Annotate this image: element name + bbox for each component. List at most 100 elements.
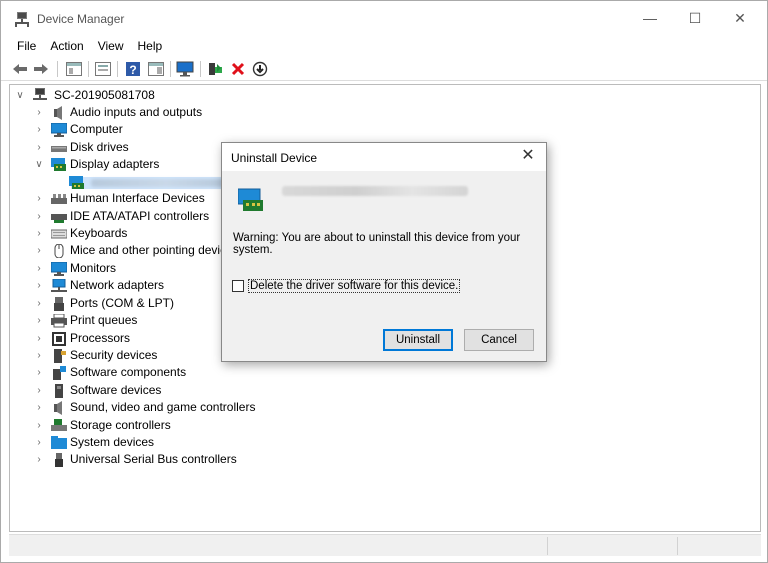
display-adapter-icon — [69, 176, 84, 189]
chevron-right-icon[interactable]: › — [34, 277, 44, 294]
toolbar-separator — [117, 61, 118, 77]
warning-text: Warning: You are about to uninstall this… — [233, 232, 521, 256]
tree-item-label: Mice and other pointing devic — [70, 243, 227, 257]
tree-item-label: Disk drives — [70, 140, 129, 154]
uninstall-button[interactable]: Uninstall — [383, 329, 453, 351]
chevron-right-icon[interactable]: › — [34, 330, 44, 347]
tree-item-label: Monitors — [70, 261, 117, 275]
dialog-title: Uninstall Device — [231, 151, 318, 165]
display-adapter-icon — [238, 188, 263, 211]
title-bar: Device Manager — ☐ ✕ — [1, 1, 767, 35]
disk-icon — [51, 146, 67, 152]
storage-icon — [51, 419, 67, 431]
tree-item-label: Keyboards — [70, 226, 128, 240]
status-divider — [677, 537, 678, 555]
maximize-icon: ☐ — [688, 9, 702, 26]
chevron-right-icon[interactable]: › — [34, 104, 44, 121]
toolbar-separator — [200, 61, 201, 77]
cancel-button[interactable]: Cancel — [464, 329, 534, 351]
menu-view[interactable]: View — [91, 36, 131, 56]
delete-driver-option[interactable]: Delete the driver software for this devi… — [232, 279, 461, 293]
chevron-right-icon[interactable]: › — [34, 364, 44, 381]
minimize-button[interactable]: — — [627, 1, 673, 35]
menu-bar: File Action View Help — [1, 35, 767, 57]
show-hide-console-tree-icon[interactable] — [65, 60, 83, 78]
chevron-right-icon[interactable]: › — [34, 260, 44, 277]
chevron-down-icon[interactable]: ∨ — [15, 87, 25, 104]
tree-item-label: Ports (COM & LPT) — [70, 296, 175, 310]
status-divider — [547, 537, 548, 555]
tree-item-label: Storage controllers — [70, 418, 171, 432]
chevron-right-icon[interactable]: › — [34, 312, 44, 329]
tree-item-label: IDE ATA/ATAPI controllers — [70, 209, 210, 223]
forward-icon[interactable] — [32, 60, 50, 78]
toolbar-separator — [88, 61, 89, 77]
chevron-right-icon[interactable]: › — [34, 121, 44, 138]
help-icon[interactable]: ? — [124, 60, 142, 78]
usb-icon — [55, 453, 63, 467]
toolbar: ? — [1, 57, 767, 81]
update-driver-icon[interactable] — [206, 60, 224, 78]
chevron-right-icon[interactable]: › — [34, 208, 44, 225]
tree-item-label: Network adapters — [70, 278, 165, 292]
device-manager-icon — [15, 12, 29, 27]
chevron-right-icon[interactable]: › — [34, 451, 44, 468]
monitor-icon — [51, 123, 67, 137]
scan-for-hardware-icon[interactable] — [176, 60, 194, 78]
chevron-right-icon[interactable]: › — [34, 347, 44, 364]
close-button[interactable]: ✕ — [717, 1, 763, 35]
chevron-right-icon[interactable]: › — [34, 225, 44, 242]
close-icon: ✕ — [521, 147, 535, 164]
chevron-right-icon[interactable]: › — [34, 417, 44, 434]
printer-icon — [51, 314, 67, 328]
maximize-button[interactable]: ☐ — [672, 1, 718, 35]
tree-item-label: Audio inputs and outputs — [70, 105, 203, 119]
action-pane-icon[interactable] — [147, 60, 165, 78]
chevron-right-icon[interactable]: › — [34, 190, 44, 207]
tree-item-label: Computer — [70, 122, 123, 136]
window-title: Device Manager — [37, 12, 125, 26]
tree-item-label: Software components — [70, 365, 187, 379]
uninstall-device-icon[interactable] — [229, 60, 247, 78]
delete-driver-checkbox[interactable] — [232, 280, 244, 292]
mouse-icon — [54, 244, 64, 258]
chevron-right-icon[interactable]: › — [34, 382, 44, 399]
chevron-right-icon[interactable]: › — [34, 295, 44, 312]
tree-item-label: Universal Serial Bus controllers — [70, 452, 237, 466]
software-device-icon — [55, 384, 63, 398]
speaker-icon — [54, 401, 62, 415]
chevron-right-icon[interactable]: › — [34, 434, 44, 451]
chevron-right-icon[interactable]: › — [34, 242, 44, 259]
port-icon — [54, 297, 64, 311]
network-icon — [51, 279, 67, 292]
system-folder-icon — [51, 436, 67, 449]
processor-icon — [52, 332, 66, 346]
menu-action[interactable]: Action — [43, 36, 90, 56]
menu-help[interactable]: Help — [131, 36, 170, 56]
tree-item-label: Human Interface Devices — [70, 191, 205, 205]
minimize-icon: — — [643, 10, 657, 26]
dialog-close-button[interactable]: ✕ — [518, 146, 538, 166]
tree-item-label: Software devices — [70, 383, 162, 397]
tree-item-label: System devices — [70, 435, 155, 449]
chevron-down-icon[interactable]: ∨ — [34, 156, 44, 173]
menu-file[interactable]: File — [12, 36, 43, 56]
computer-tree-icon — [33, 88, 47, 100]
toolbar-separator — [57, 61, 58, 77]
tree-item-label: Sound, video and game controllers — [70, 400, 256, 414]
chevron-right-icon[interactable]: › — [34, 399, 44, 416]
back-icon[interactable] — [11, 60, 29, 78]
disable-device-icon[interactable] — [251, 60, 269, 78]
keyboard-icon — [51, 229, 67, 239]
delete-driver-label[interactable]: Delete the driver software for this devi… — [248, 279, 461, 293]
tree-item-label: Print queues — [70, 313, 138, 327]
tree-item-label: Security devices — [70, 348, 158, 362]
tree-item-label: Processors — [70, 331, 131, 345]
properties-icon[interactable] — [94, 60, 112, 78]
svg-text:?: ? — [129, 63, 136, 77]
dialog-title-bar: Uninstall Device ✕ — [222, 143, 546, 171]
chevron-right-icon[interactable]: › — [34, 139, 44, 156]
ide-icon — [51, 214, 67, 223]
blurred-device-name — [91, 179, 241, 187]
speaker-icon — [54, 106, 62, 120]
